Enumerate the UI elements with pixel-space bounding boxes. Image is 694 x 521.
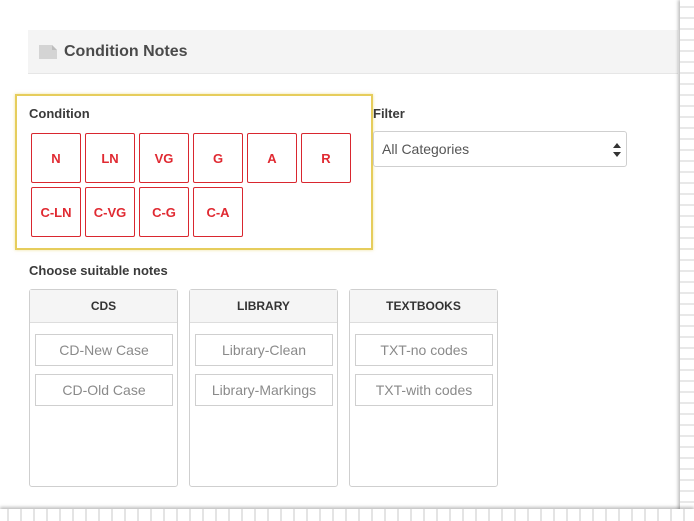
- notes-column-textbooks: TEXTBOOKS TXT-no codes TXT-with codes: [349, 289, 498, 487]
- note-item-cd-new-case[interactable]: CD-New Case: [35, 334, 173, 366]
- condition-button-n[interactable]: N: [31, 133, 81, 183]
- condition-notes-page: Condition Notes Condition N LN VG G A R …: [0, 0, 694, 521]
- note-item-library-markings[interactable]: Library-Markings: [195, 374, 333, 406]
- note-item-txt-with-codes[interactable]: TXT-with codes: [355, 374, 493, 406]
- torn-edge-right: [680, 0, 694, 521]
- notes-column-cds: CDS CD-New Case CD-Old Case: [29, 289, 178, 487]
- column-header: CDS: [30, 290, 177, 323]
- document-icon: [38, 44, 58, 60]
- notes-label: Choose suitable notes: [29, 263, 168, 278]
- condition-button-a[interactable]: A: [247, 133, 297, 183]
- condition-group: Condition N LN VG G A R C-LN C-VG C-G C-…: [15, 94, 373, 250]
- select-arrows-icon: [613, 142, 621, 158]
- column-header: LIBRARY: [190, 290, 337, 323]
- condition-button-r[interactable]: R: [301, 133, 351, 183]
- note-item-cd-old-case[interactable]: CD-Old Case: [35, 374, 173, 406]
- condition-button-ln[interactable]: LN: [85, 133, 135, 183]
- condition-button-c-a[interactable]: C-A: [193, 187, 243, 237]
- condition-label: Condition: [29, 106, 90, 121]
- condition-button-c-vg[interactable]: C-VG: [85, 187, 135, 237]
- condition-button-vg[interactable]: VG: [139, 133, 189, 183]
- column-header: TEXTBOOKS: [350, 290, 497, 323]
- note-item-txt-no-codes[interactable]: TXT-no codes: [355, 334, 493, 366]
- note-item-library-clean[interactable]: Library-Clean: [195, 334, 333, 366]
- filter-label: Filter: [373, 106, 405, 121]
- page-title: Condition Notes: [64, 42, 188, 60]
- panel-header: Condition Notes: [28, 30, 678, 74]
- condition-button-c-g[interactable]: C-G: [139, 187, 189, 237]
- filter-selected-value: All Categories: [382, 141, 470, 157]
- torn-edge-bottom: [0, 509, 694, 521]
- filter-select[interactable]: All Categories: [373, 131, 627, 167]
- condition-button-g[interactable]: G: [193, 133, 243, 183]
- condition-button-c-ln[interactable]: C-LN: [31, 187, 81, 237]
- notes-column-library: LIBRARY Library-Clean Library-Markings: [189, 289, 338, 487]
